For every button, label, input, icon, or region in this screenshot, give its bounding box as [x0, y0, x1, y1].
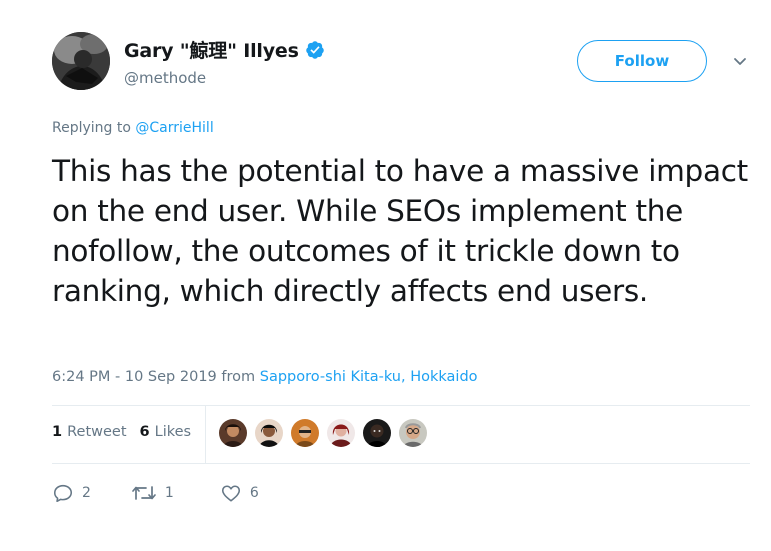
reply-mention-link[interactable]: @CarrieHill: [135, 120, 213, 136]
retweets-count: 1: [52, 424, 63, 440]
retweet-count: 1: [164, 485, 174, 501]
replying-to-label: Replying to: [52, 120, 136, 136]
from-label: from: [216, 369, 260, 385]
tweet-card: Gary "鯨理" Illyes @methode Follow Replyin…: [0, 0, 771, 551]
reply-count: 2: [82, 485, 91, 501]
verified-badge-icon: [305, 40, 325, 60]
liker-avatar[interactable]: [327, 419, 355, 447]
author-display-name[interactable]: Gary "鯨理" Illyes: [124, 36, 299, 63]
heart-icon: [221, 485, 240, 502]
location-link[interactable]: Sapporo-shi Kita-ku, Hokkaido: [260, 369, 478, 385]
likes-stat[interactable]: 6 Likes: [140, 424, 192, 440]
retweets-label: Retweet: [67, 424, 127, 440]
likes-label: Likes: [154, 424, 192, 440]
divider: [52, 463, 750, 464]
liker-avatar[interactable]: [255, 419, 283, 447]
author-avatar[interactable]: [52, 32, 110, 90]
tweet-text: This has the potential to have a massive…: [52, 154, 748, 308]
retweet-icon: [132, 486, 156, 500]
avatar-photo: [52, 32, 110, 90]
liker-avatar[interactable]: [219, 419, 247, 447]
tweet-timestamp[interactable]: 6:24 PM - 10 Sep 2019: [52, 369, 217, 385]
likes-count: 6: [139, 424, 150, 440]
liker-avatar[interactable]: [399, 419, 427, 447]
reply-button[interactable]: 2: [52, 482, 91, 504]
tweet-stats: 1 Retweet 6 Likes: [52, 424, 191, 440]
liker-avatar[interactable]: [363, 419, 391, 447]
like-button[interactable]: 6: [220, 482, 259, 504]
replying-to-line: Replying to @CarrieHill: [52, 120, 214, 136]
liker-avatar[interactable]: [291, 419, 319, 447]
retweet-button[interactable]: 1: [131, 482, 174, 504]
stats-separator: [205, 406, 206, 463]
tweet-meta: 6:24 PM - 10 Sep 2019 from Sapporo-shi K…: [52, 369, 478, 385]
author-handle[interactable]: @methode: [124, 69, 206, 87]
like-count: 6: [249, 485, 259, 501]
divider: [52, 405, 750, 406]
follow-button[interactable]: Follow: [577, 40, 707, 82]
author-name-row[interactable]: Gary "鯨理" Illyes: [124, 36, 325, 63]
retweets-stat[interactable]: 1 Retweet: [52, 424, 127, 440]
chevron-down-icon[interactable]: [729, 53, 751, 71]
liker-avatars: [219, 419, 435, 447]
tweet-actions: 2 1 6: [52, 482, 259, 504]
reply-icon: [53, 484, 73, 503]
